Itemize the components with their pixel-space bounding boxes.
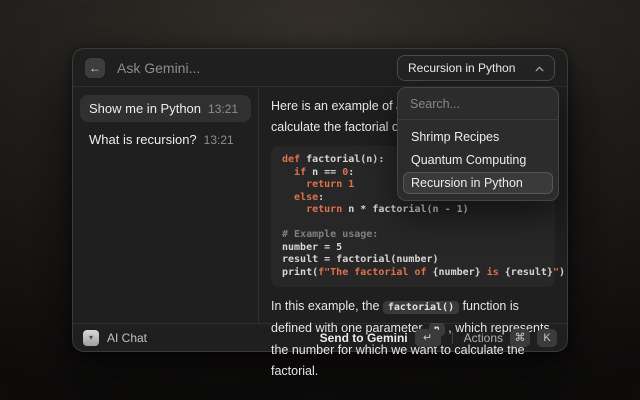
model-dropdown-button[interactable]: Recursion in Python [397,55,555,81]
header-bar: ← Recursion in Python [73,49,567,87]
k-key-icon: K [537,329,557,347]
prompt-input[interactable] [115,59,387,77]
dropdown-item-quantum-computing[interactable]: Quantum Computing [403,149,553,171]
back-arrow-icon: ← [89,61,101,75]
footer-divider [452,332,453,344]
ai-chat-icon[interactable]: ▾ [83,330,99,346]
dropdown-selected-label: Recursion in Python [408,61,515,75]
chat-timestamp: 13:21 [204,133,234,147]
enter-key-icon: ↵ [415,329,441,347]
send-to-gemini-button[interactable]: Send to Gemini ↵ [320,329,441,347]
dropdown-menu-panel: Shrimp Recipes Quantum Computing Recursi… [397,87,559,201]
chevron-up-icon [535,61,544,75]
back-button[interactable]: ← [85,58,105,78]
sidebar-item-show-me-in-python[interactable]: Show me in Python 13:21 [80,95,251,122]
dropdown-search-input[interactable] [398,88,558,120]
chat-title: What is recursion? [89,132,197,147]
command-key-icon: ⌘ [510,329,530,347]
chat-timestamp: 13:21 [208,102,238,116]
sidebar-item-what-is-recursion[interactable]: What is recursion? 13:21 [80,126,251,153]
ai-chat-label: AI Chat [107,331,147,345]
chat-title: Show me in Python [89,101,201,116]
dropdown-item-recursion-in-python[interactable]: Recursion in Python [403,172,553,194]
dropdown-item-list: Shrimp Recipes Quantum Computing Recursi… [398,120,558,200]
dropdown-item-shrimp-recipes[interactable]: Shrimp Recipes [403,126,553,148]
ask-gemini-window: ← Recursion in Python Show me in Python … [72,48,568,352]
chat-history-sidebar: Show me in Python 13:21 What is recursio… [73,87,259,323]
actions-button[interactable]: Actions ⌘ K [464,329,557,347]
footer-bar: ▾ AI Chat Send to Gemini ↵ Actions ⌘ K [73,323,567,351]
